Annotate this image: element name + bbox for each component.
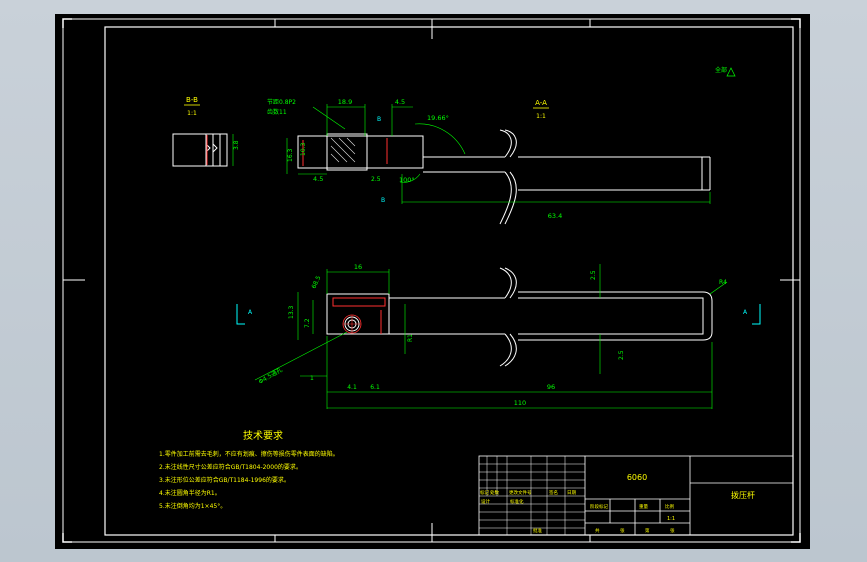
thread-hatch [330, 137, 356, 163]
surface-note: 全部 [715, 66, 727, 74]
tb-scale-label: 比例 [665, 503, 674, 510]
cad-viewport: B-B 1:1 3.8 A-A 1:1 18.9 4.5 19.66° 100°… [0, 0, 867, 562]
section-a-scale: 1:1 [536, 113, 546, 120]
tb-total: 共 [595, 527, 600, 534]
dim-7-2: 7.2 [304, 318, 311, 328]
tech-title: 技术要求 [243, 429, 283, 442]
marker-b-top: B [377, 116, 381, 123]
tech-line-1: 1.零件加工前需去毛刺，不应有划痕、擦伤等损伤零件表面的缺陷。 [159, 450, 339, 458]
dim-10-3: 10.3 [300, 142, 307, 156]
marker-b-bottom: B [381, 197, 385, 204]
section-b-label: B-B [186, 96, 198, 104]
dim-r1: R1 [407, 334, 414, 342]
dim-1: 1 [310, 375, 314, 382]
tech-line-3: 3.未注形位公差应符合GB/T1184-1996的要求。 [159, 476, 290, 484]
dim-2-5-b: 2.5 [618, 350, 625, 360]
tb-label-design: 设计 [481, 498, 490, 505]
tech-line-5: 5.未注倒角均为1×45°。 [159, 502, 226, 510]
dim-angle-19: 19.66° [427, 114, 449, 122]
top-part-outline [297, 129, 711, 225]
dim-4-1: 4.1 [347, 384, 357, 391]
tb-label-date: 日期 [567, 490, 576, 496]
tb-label-doc: 更改文件号 [509, 489, 532, 496]
tech-line-2: 2.未注线性尺寸公差应符合GB/T1804-2000的要求。 [159, 463, 302, 471]
dim-18-9: 18.9 [338, 98, 352, 106]
dim-2-5-a: 2.5 [590, 270, 597, 280]
tb-material: 6060 [627, 473, 647, 482]
tb-sheet: 张 [620, 527, 625, 534]
dim-16-3: 16.3 [287, 148, 294, 162]
thread-note: 节距0.8P2 [267, 98, 296, 106]
dim-4-5-top: 4.5 [395, 98, 405, 106]
front-part-outline [326, 267, 713, 367]
tb-label-std: 标准化 [510, 498, 524, 505]
marker-a-left: A [248, 309, 253, 316]
hole-note: Φ4.5通孔 [257, 366, 284, 386]
dim-angle-100: 100° [399, 176, 415, 184]
tb-sheet2: 张 [670, 527, 675, 534]
dim-16: 16 [354, 263, 362, 271]
tb-scale: 1:1 [667, 516, 675, 522]
dim-b-3-8: 3.8 [233, 140, 240, 150]
tb-label-mark: 标记 [480, 489, 489, 496]
marker-a-right: A [743, 309, 748, 316]
tb-stage: 阶段标记 [590, 503, 608, 510]
dim-r4: R4 [719, 279, 727, 286]
tb-label-count: 处数 [490, 489, 499, 496]
front-red-slot [332, 297, 386, 307]
tech-lines: 1.零件加工前需去毛刺，不应有划痕、擦伤等损伤零件表面的缺陷。 2.未注线性尺寸… [159, 450, 339, 510]
dim-110: 110 [514, 399, 526, 407]
drawing-canvas: B-B 1:1 3.8 A-A 1:1 18.9 4.5 19.66° 100°… [62, 18, 801, 543]
tb-label-sign: 签名 [549, 489, 558, 496]
section-b-view [172, 133, 228, 167]
dim-96: 96 [547, 383, 555, 391]
tb-part-name: 拨压杆 [731, 490, 755, 500]
dim-13-3: 13.3 [288, 305, 295, 319]
thread-note-2: 齿数11 [267, 108, 287, 116]
section-b-scale: 1:1 [187, 110, 197, 117]
tb-weight: 重量 [639, 503, 648, 510]
dim-68-5: 68.5 [310, 275, 322, 290]
dim-6-1: 6.1 [370, 384, 380, 391]
tb-no: 第 [645, 527, 650, 534]
tech-line-4: 4.未注圆角半径为R1。 [159, 489, 221, 497]
section-a-label: A-A [535, 99, 547, 107]
dim-4-5-left: 4.5 [313, 175, 323, 183]
dim-63-4: 63.4 [548, 212, 562, 220]
dim-b-2-a: 2.5 [371, 176, 381, 183]
tb-label-approve: 批准 [533, 527, 542, 534]
drawing-sheet[interactable]: B-B 1:1 3.8 A-A 1:1 18.9 4.5 19.66° 100°… [55, 14, 810, 549]
